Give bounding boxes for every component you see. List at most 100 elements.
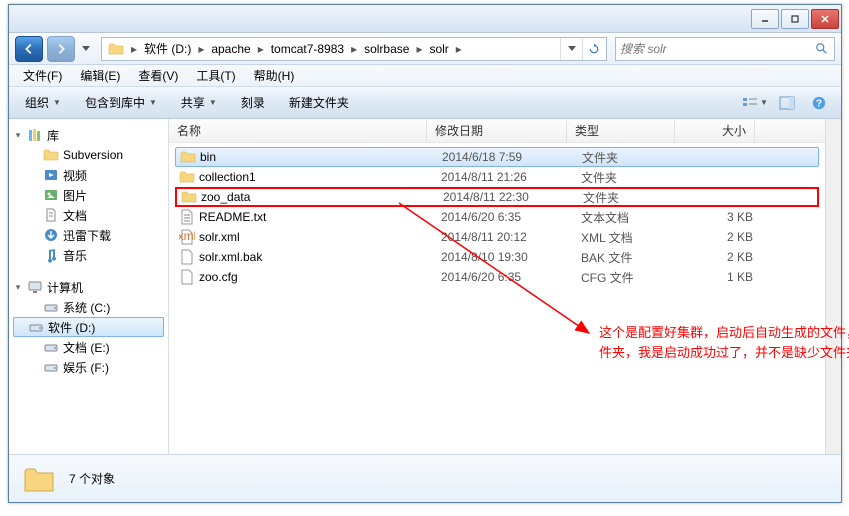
tree-subversion[interactable]: Subversion [9,145,168,165]
nav-bar: ▸ 软件 (D:)▸ apache▸ tomcat7-8983▸ solrbas… [9,33,841,65]
drive-icon [28,319,44,335]
document-icon [43,207,59,223]
menu-view[interactable]: 查看(V) [130,65,186,86]
breadcrumb-sep[interactable]: ▸ [255,38,267,60]
address-bar[interactable]: ▸ 软件 (D:)▸ apache▸ tomcat7-8983▸ solrbas… [101,37,607,61]
menu-edit[interactable]: 编辑(E) [72,65,128,86]
tree-computer[interactable]: ▾ 计算机 [9,277,168,297]
organize-button[interactable]: 组织▼ [17,90,69,115]
tree-label: 图片 [63,187,87,204]
tree-drive-e[interactable]: 文档 (E:) [9,337,168,357]
menu-tools[interactable]: 工具(T) [188,65,243,86]
file-list[interactable]: bin2014/6/18 7:59文件夹collection12014/8/11… [169,143,825,454]
search-icon[interactable] [814,41,830,57]
address-dropdown[interactable] [560,38,582,60]
minimize-button[interactable] [751,9,779,29]
expand-icon[interactable]: ▾ [13,130,23,140]
library-icon [27,127,43,143]
tree-drive-d[interactable]: 软件 (D:) [13,317,164,337]
file-type: 文件夹 [573,169,681,186]
file-row[interactable]: solr.xml.bak2014/8/10 19:30BAK 文件2 KB [175,247,819,267]
file-date: 2014/8/10 19:30 [433,250,573,264]
music-icon [43,247,59,263]
svg-text:xml: xml [179,229,195,243]
tree-pictures[interactable]: 图片 [9,185,168,205]
file-name: zoo.cfg [199,270,238,284]
help-button[interactable]: ? [805,91,833,115]
breadcrumb-root-sep[interactable]: ▸ [128,38,140,60]
svg-text:?: ? [816,97,822,109]
tree-documents[interactable]: 文档 [9,205,168,225]
drive-icon [43,359,59,375]
tree-drive-c[interactable]: 系统 (C:) [9,297,168,317]
file-row[interactable]: collection12014/8/11 21:26文件夹 [175,167,819,187]
tree-label: 系统 (C:) [63,299,110,316]
file-type: 文件夹 [575,189,683,206]
drive-icon [43,299,59,315]
download-icon [43,227,59,243]
file-row[interactable]: zoo_data2014/8/11 22:30文件夹 [175,187,819,207]
video-icon [43,167,59,183]
toolbar: 组织▼ 包含到库中▼ 共享▼ 刻录 新建文件夹 ▼ ? [9,87,841,119]
expand-icon[interactable]: ▾ [13,282,23,292]
file-size: 1 KB [681,270,761,284]
column-date[interactable]: 修改日期 [427,119,567,142]
menu-bar: 文件(F) 编辑(E) 查看(V) 工具(T) 帮助(H) [9,65,841,87]
share-button[interactable]: 共享▼ [173,90,225,115]
breadcrumb: 软件 (D:)▸ apache▸ tomcat7-8983▸ solrbase▸… [140,38,560,60]
menu-help[interactable]: 帮助(H) [246,65,303,86]
column-type[interactable]: 类型 [567,119,675,142]
sidebar: ▾ 库 Subversion 视频 图片 文档 迅雷下载 音乐 ▾ 计算机 系统… [9,119,169,454]
tree-label: 音乐 [63,247,87,264]
titlebar [9,5,841,33]
forward-button[interactable] [47,36,75,62]
back-button[interactable] [15,36,43,62]
file-size: 2 KB [681,230,761,244]
content-area: ▾ 库 Subversion 视频 图片 文档 迅雷下载 音乐 ▾ 计算机 系统… [9,119,841,454]
menu-file[interactable]: 文件(F) [15,65,70,86]
breadcrumb-sep[interactable]: ▸ [453,38,465,60]
breadcrumb-item[interactable]: 软件 (D:) [140,38,195,60]
include-button[interactable]: 包含到库中▼ [77,90,165,115]
column-name[interactable]: 名称 [169,119,427,142]
file-icon [179,209,195,225]
tree-videos[interactable]: 视频 [9,165,168,185]
view-options-button[interactable]: ▼ [741,91,769,115]
tree-xunlei[interactable]: 迅雷下载 [9,225,168,245]
maximize-button[interactable] [781,9,809,29]
file-name: solr.xml.bak [199,250,262,264]
preview-pane-button[interactable] [773,91,801,115]
breadcrumb-sep[interactable]: ▸ [348,38,360,60]
search-input[interactable] [620,42,814,56]
folder-icon [107,40,125,58]
tree-drive-f[interactable]: 娱乐 (F:) [9,357,168,377]
breadcrumb-item[interactable]: solr [425,38,452,60]
breadcrumb-sep[interactable]: ▸ [413,38,425,60]
vertical-scrollbar[interactable] [825,119,841,454]
breadcrumb-sep[interactable]: ▸ [195,38,207,60]
close-button[interactable] [811,9,839,29]
annotation-text: 这个是配置好集群，启动后自动生成的文件，新复制的不带这个文件夹，我是启动成功过了… [599,323,849,362]
file-icon [180,149,196,165]
tree-label: Subversion [63,148,123,162]
file-type: CFG 文件 [573,269,681,286]
nav-history-dropdown[interactable] [79,36,93,62]
column-size[interactable]: 大小 [675,119,755,142]
newfolder-button[interactable]: 新建文件夹 [281,90,357,115]
burn-button[interactable]: 刻录 [233,90,273,115]
tree-music[interactable]: 音乐 [9,245,168,265]
file-pane: 名称 修改日期 类型 大小 bin2014/6/18 7:59文件夹collec… [169,119,825,454]
refresh-button[interactable] [582,38,604,60]
computer-icon [27,279,43,295]
column-headers: 名称 修改日期 类型 大小 [169,119,825,143]
breadcrumb-item[interactable]: tomcat7-8983 [267,38,348,60]
breadcrumb-item[interactable]: apache [207,38,254,60]
file-row[interactable]: zoo.cfg2014/6/20 6:35CFG 文件1 KB [175,267,819,287]
tree-library[interactable]: ▾ 库 [9,125,168,145]
status-bar: 7 个对象 [9,454,841,502]
search-box[interactable] [615,37,835,61]
file-row[interactable]: xmlsolr.xml2014/8/11 20:12XML 文档2 KB [175,227,819,247]
file-row[interactable]: README.txt2014/6/20 6:35文本文档3 KB [175,207,819,227]
file-row[interactable]: bin2014/6/18 7:59文件夹 [175,147,819,167]
breadcrumb-item[interactable]: solrbase [360,38,413,60]
